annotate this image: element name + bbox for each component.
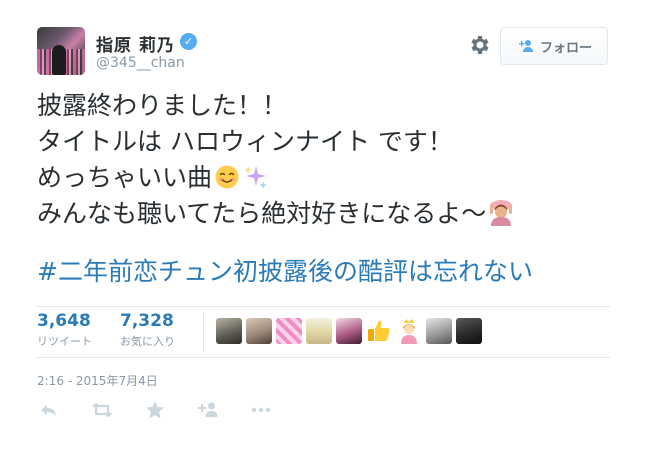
tweet-line-3-text: めっちゃいい曲 <box>37 163 213 192</box>
verified-badge-icon: ✓ <box>180 33 197 50</box>
favorite-count-number: 7,328 <box>120 311 174 331</box>
follow-user-plus-icon <box>518 40 533 52</box>
fav-avatar[interactable] <box>276 318 302 344</box>
retweet-count-label: リツイート <box>37 335 92 348</box>
princess-sticker-icon <box>401 319 417 344</box>
stats-top-divider <box>37 306 610 307</box>
follow-button-label: フォロー <box>539 40 592 56</box>
fav-avatar[interactable] <box>366 318 392 344</box>
stats-bottom-divider <box>37 357 610 358</box>
favorited-by-avatars <box>216 318 482 344</box>
tweet-line-3: めっちゃいい曲 <box>37 160 617 196</box>
hashtag-link[interactable]: #二年前恋チュン初披露後の酷評は忘れない <box>37 254 533 290</box>
tweet-line-2: タイトルは ハロウィンナイト です！ <box>37 127 453 156</box>
woman-gesturing-ok-emoji <box>490 200 513 226</box>
fav-avatar[interactable] <box>216 318 242 344</box>
smiling-face-emoji <box>215 165 239 189</box>
tweet-line-4: みんなも聴いてたら絶対好きになるよ〜 <box>37 196 617 232</box>
fav-avatar[interactable] <box>426 318 452 344</box>
favorite-star-icon[interactable] <box>143 398 167 422</box>
tweet-line-4-text: みんなも聴いてたら絶対好きになるよ〜 <box>37 199 487 228</box>
user-display-name[interactable]: 指原 莉乃 <box>96 31 175 56</box>
user-handle[interactable]: @345__chan <box>96 55 185 71</box>
reply-icon[interactable] <box>37 398 61 422</box>
fav-avatar[interactable] <box>306 318 332 344</box>
retweet-icon[interactable] <box>90 398 114 422</box>
gear-icon[interactable] <box>467 33 491 57</box>
retweet-count-number: 3,648 <box>37 311 91 331</box>
fav-avatar[interactable] <box>456 318 482 344</box>
favorite-count[interactable]: 7,328 お気に入り <box>120 311 175 349</box>
follow-button[interactable]: フォロー <box>500 27 608 65</box>
favorite-count-label: お気に入り <box>120 335 175 348</box>
tweet-text: 披露終わりました！！ タイトルは ハロウィンナイト です！ めっちゃいい曲 みん… <box>37 88 617 232</box>
tweet-timestamp[interactable]: 2:16 - 2015年7月4日 <box>37 372 158 389</box>
sparkles-emoji <box>244 166 268 189</box>
thumbs-up-sticker-icon <box>368 320 390 341</box>
avatar-person <box>52 45 66 75</box>
tweet-card: 指原 莉乃 ✓ @345__chan フォロー 披露終わりました！！ タイトルは… <box>0 0 650 455</box>
stats-separator <box>203 313 204 351</box>
more-icon[interactable] <box>249 398 273 422</box>
fav-avatar[interactable] <box>336 318 362 344</box>
follow-user-icon[interactable] <box>196 398 220 422</box>
tweet-line-1: 披露終わりました！！ <box>37 91 288 120</box>
fav-avatar[interactable] <box>396 318 422 344</box>
user-avatar[interactable] <box>37 27 85 75</box>
retweet-count[interactable]: 3,648 リツイート <box>37 311 92 349</box>
fav-avatar[interactable] <box>246 318 272 344</box>
